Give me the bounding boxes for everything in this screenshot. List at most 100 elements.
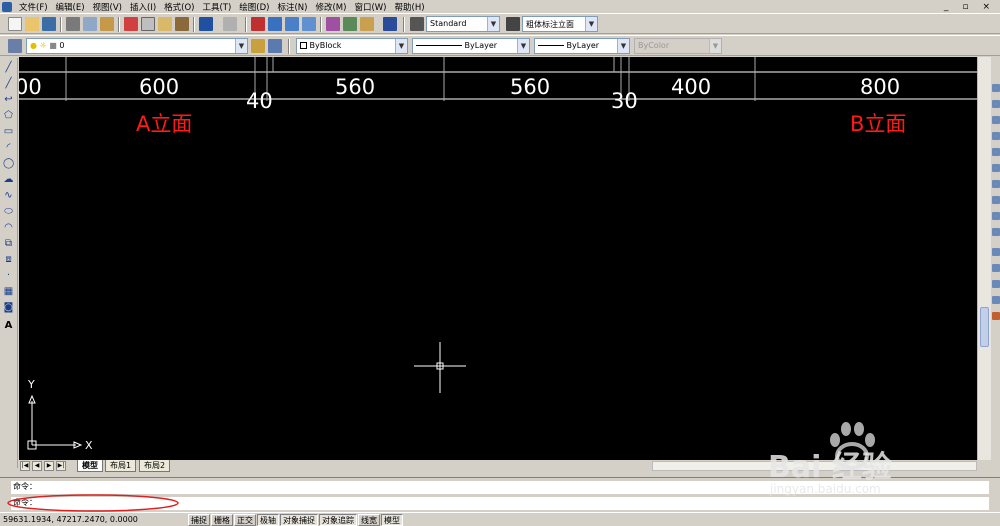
mirror-icon[interactable] [992,116,1000,124]
linetype-value: ByLayer [464,41,498,50]
polygon-icon[interactable]: ⬠ [3,110,14,121]
arc-icon[interactable]: ◜ [3,142,14,153]
layer-previous-icon[interactable] [268,39,282,53]
hatch-icon[interactable]: ▦ [3,286,14,297]
pan-realtime-icon[interactable] [251,17,265,31]
trim-icon[interactable] [992,228,1000,236]
model-toggle[interactable]: 模型 [381,513,403,526]
text-style-icon[interactable] [410,17,424,31]
copy-object-icon[interactable] [992,100,1000,108]
extend-icon[interactable] [992,248,1000,256]
polar-toggle[interactable]: 极轴 [257,513,279,526]
join-icon[interactable] [992,280,1000,288]
stretch-icon[interactable] [992,212,1000,220]
point-icon[interactable]: · [3,270,14,281]
tab-layout2[interactable]: 布局2 [139,460,171,472]
rectangle-icon[interactable]: ▭ [3,126,14,137]
copy-icon[interactable] [141,17,155,31]
rotate-icon[interactable] [992,180,1000,188]
menu-tools[interactable]: 工具(T) [198,1,235,13]
fillet-icon[interactable] [992,312,1000,320]
break-icon[interactable] [992,264,1000,272]
menu-insert[interactable]: 插入(I) [126,1,160,13]
help-icon[interactable] [383,17,397,31]
tab-layout1[interactable]: 布局1 [105,460,137,472]
ellipse-arc-icon[interactable]: ◠ [3,222,14,233]
last-tab-icon[interactable]: ▶| [56,461,66,471]
insert-block-icon[interactable]: ⧉ [3,238,14,249]
chamfer-icon[interactable] [992,296,1000,304]
scrollbar-thumb[interactable] [980,307,989,347]
chevron-down-icon: ▼ [709,39,721,53]
match-properties-icon[interactable] [175,17,189,31]
prev-tab-icon[interactable]: ◀ [32,461,42,471]
publish-icon[interactable] [100,17,114,31]
menu-draw[interactable]: 绘图(D) [235,1,273,13]
layer-manager-icon[interactable] [8,39,22,53]
offset-icon[interactable] [992,132,1000,140]
menu-dimension[interactable]: 标注(N) [273,1,311,13]
zoom-realtime-icon[interactable] [268,17,282,31]
lineweight-select[interactable]: ByLayer ▼ [534,38,630,54]
cut-icon[interactable] [124,17,138,31]
ortho-toggle[interactable]: 正交 [234,513,256,526]
vertical-scrollbar[interactable] [977,57,991,460]
tab-model[interactable]: 模型 [77,460,103,472]
drawing-canvas[interactable]: 00 600 40 560 560 30 400 800 A立面 B立面 Y X [19,57,977,460]
plot-preview-icon[interactable] [83,17,97,31]
move-icon[interactable] [992,164,1000,172]
dimension-style-select[interactable]: 粗体标注立面 ▼ [522,16,598,32]
revision-cloud-icon[interactable]: ☁ [3,174,14,185]
layer-select[interactable]: ● ☼ ■ 0 ▼ [26,38,248,54]
erase-icon[interactable] [992,84,1000,92]
ellipse-icon[interactable]: ⬭ [3,206,14,217]
first-tab-icon[interactable]: |◀ [20,461,30,471]
save-icon[interactable] [42,17,56,31]
make-object-layer-current-icon[interactable] [251,39,265,53]
menu-file[interactable]: 文件(F) [15,1,52,13]
properties-icon[interactable] [326,17,340,31]
osnap-toggle[interactable]: 对象捕捉 [280,513,318,526]
region-icon[interactable]: ◙ [3,302,14,313]
construction-line-icon[interactable]: ╱ [3,78,14,89]
array-icon[interactable] [992,148,1000,156]
design-center-icon[interactable] [343,17,357,31]
menu-help[interactable]: 帮助(H) [391,1,429,13]
undo-icon[interactable] [199,17,213,31]
menu-window[interactable]: 窗口(W) [350,1,390,13]
close-button[interactable]: × [982,2,990,12]
chevron-down-icon: ▼ [617,39,629,53]
dimension-style-icon[interactable] [506,17,520,31]
grid-toggle[interactable]: 栅格 [211,513,233,526]
menu-view[interactable]: 视图(V) [89,1,126,13]
menu-format[interactable]: 格式(O) [160,1,198,13]
scale-icon[interactable] [992,196,1000,204]
next-tab-icon[interactable]: ▶ [44,461,54,471]
print-icon[interactable] [66,17,80,31]
open-file-icon[interactable] [25,17,39,31]
tool-palettes-icon[interactable] [360,17,374,31]
spline-icon[interactable]: ∿ [3,190,14,201]
text-style-value: Standard [430,19,467,28]
menu-modify[interactable]: 修改(M) [311,1,350,13]
paste-icon[interactable] [158,17,172,31]
zoom-previous-icon[interactable] [302,17,316,31]
snap-toggle[interactable]: 捕捉 [188,513,210,526]
color-select[interactable]: ByBlock ▼ [296,38,408,54]
minimize-button[interactable]: _ [944,2,949,12]
autocad-app-icon[interactable] [2,1,12,12]
new-file-icon[interactable] [8,17,22,31]
multiline-text-icon[interactable]: A [3,320,14,331]
redo-icon[interactable] [223,17,237,31]
make-block-icon[interactable]: ⧈ [3,254,14,265]
circle-icon[interactable]: ◯ [3,158,14,169]
menu-edit[interactable]: 编辑(E) [52,1,89,13]
linetype-select[interactable]: ByLayer ▼ [412,38,530,54]
polyline-icon[interactable]: ↩ [3,94,14,105]
lineweight-toggle[interactable]: 线宽 [358,513,380,526]
otrack-toggle[interactable]: 对象追踪 [319,513,357,526]
line-icon[interactable]: ╱ [3,62,14,73]
text-style-select[interactable]: Standard ▼ [426,16,500,32]
zoom-window-icon[interactable] [285,17,299,31]
restore-button[interactable]: ▫ [962,2,968,12]
